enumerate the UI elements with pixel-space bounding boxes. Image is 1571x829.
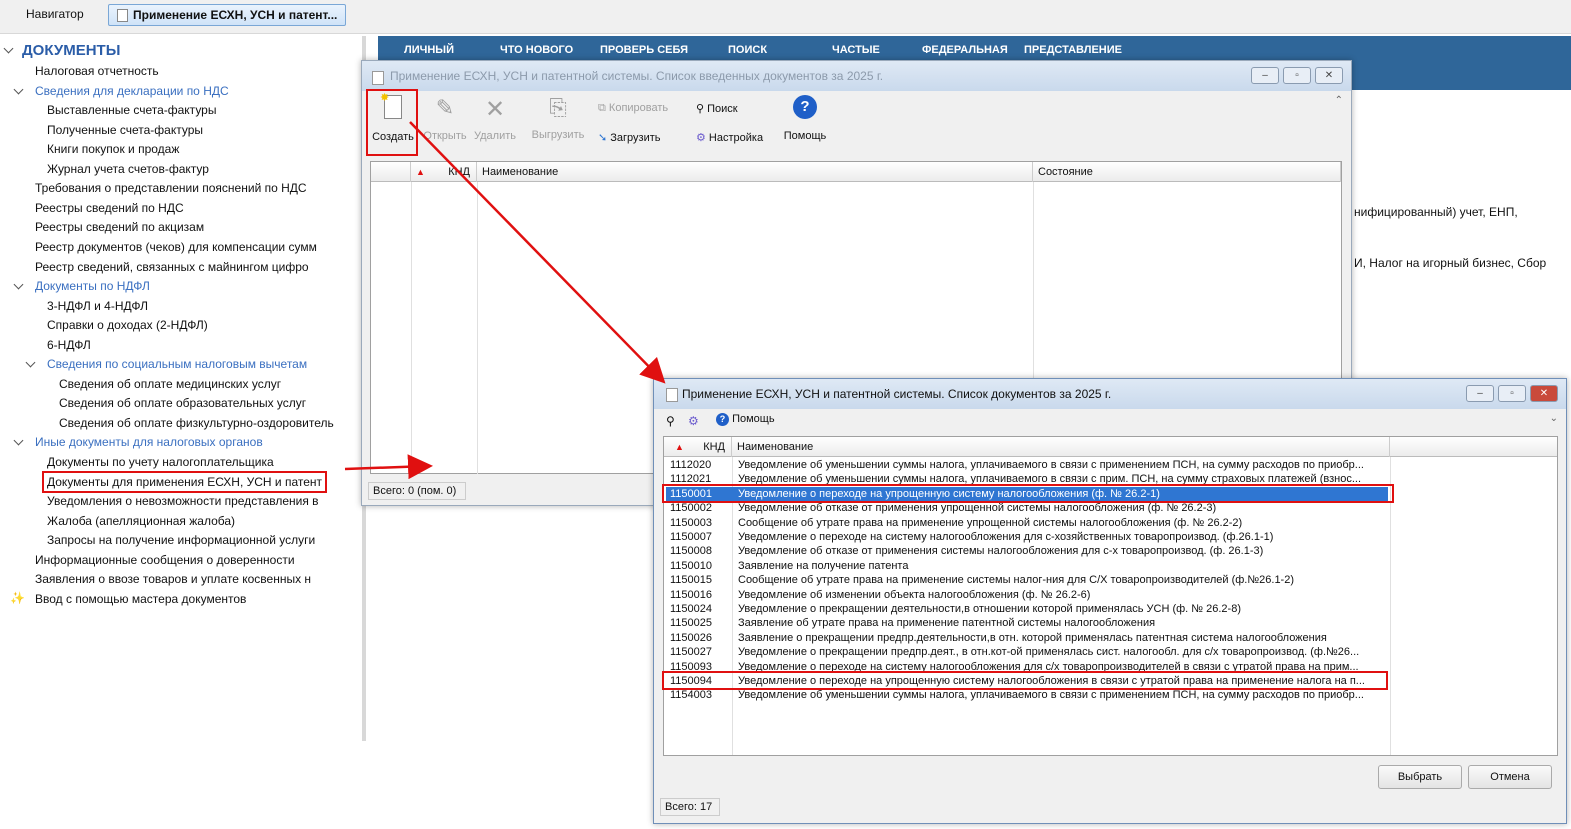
annotation-arrows (344, 121, 666, 480)
arrow-create-to-dialog (409, 121, 666, 384)
arrow-sidebar-to-window (344, 454, 433, 480)
